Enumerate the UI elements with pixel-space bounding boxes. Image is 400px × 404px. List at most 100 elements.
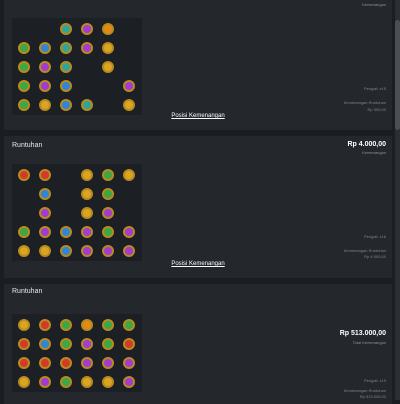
gem-icon xyxy=(17,356,30,369)
amount: Rp 513.000,00 xyxy=(339,330,386,337)
empty-cell xyxy=(60,169,72,181)
gem-icon xyxy=(17,41,30,54)
empty-cell xyxy=(81,61,93,73)
gem-icon xyxy=(101,375,114,388)
gem-icon xyxy=(38,41,51,54)
gem-icon xyxy=(59,356,72,369)
gem-icon xyxy=(122,79,135,92)
grid-cell xyxy=(118,184,139,203)
grid-cell xyxy=(118,76,139,95)
winning-position-link[interactable]: Posisi Kemenangan xyxy=(4,113,392,119)
gem-icon xyxy=(101,41,114,54)
gem-icon xyxy=(38,225,51,238)
gem-icon xyxy=(122,318,135,331)
gem-icon xyxy=(80,168,93,181)
empty-cell xyxy=(18,23,30,35)
round-panel-3: Runtuhan Rp 513.000,00 Total Kemenangan … xyxy=(4,284,392,404)
empty-cell xyxy=(60,207,72,219)
panel-title: Runtuhan xyxy=(12,288,43,295)
grid-cell xyxy=(13,165,34,184)
gem-icon xyxy=(80,225,93,238)
grid-cell xyxy=(76,372,97,391)
grid-cell xyxy=(118,95,139,114)
grid-cell xyxy=(118,38,139,57)
grid-cell xyxy=(97,315,118,334)
gem-icon xyxy=(17,168,30,181)
grid-cell xyxy=(76,95,97,114)
gem-icon xyxy=(101,318,114,331)
empty-cell xyxy=(39,23,51,35)
scrollbar-thumb[interactable] xyxy=(395,20,400,130)
gem-icon xyxy=(101,206,114,219)
gem-icon xyxy=(80,375,93,388)
grid-cell xyxy=(97,57,118,76)
grid-cell xyxy=(55,165,76,184)
gem-icon xyxy=(122,225,135,238)
gem-icon xyxy=(80,206,93,219)
gem-icon xyxy=(17,98,30,111)
grid-cell xyxy=(55,184,76,203)
winning-position-link[interactable]: Posisi Kemenangan xyxy=(4,261,392,267)
grid-cell xyxy=(13,184,34,203)
grid-cell xyxy=(34,19,55,38)
grid-cell xyxy=(97,353,118,372)
gem-icon xyxy=(80,337,93,350)
gem-icon xyxy=(80,318,93,331)
grid-cell xyxy=(76,19,97,38)
empty-cell xyxy=(123,61,135,73)
grid-cell xyxy=(55,38,76,57)
grid-cell xyxy=(13,372,34,391)
grid-cell xyxy=(76,222,97,241)
gem-icon xyxy=(59,22,72,35)
grid-cell xyxy=(97,19,118,38)
grid-cell xyxy=(118,353,139,372)
gem-icon xyxy=(101,187,114,200)
gem-icon xyxy=(59,60,72,73)
grid-cell xyxy=(76,353,97,372)
gem-icon xyxy=(38,60,51,73)
grid-cell xyxy=(118,372,139,391)
grid-cell xyxy=(76,203,97,222)
gem-icon xyxy=(17,60,30,73)
empty-cell xyxy=(123,23,135,35)
grid-cell xyxy=(118,241,139,260)
gem-icon xyxy=(101,60,114,73)
gem-icon xyxy=(17,244,30,257)
grid-cell xyxy=(118,203,139,222)
grid-cell xyxy=(97,76,118,95)
grid-cell xyxy=(34,38,55,57)
symbol-grid xyxy=(12,18,142,115)
gem-icon xyxy=(17,79,30,92)
gem-icon xyxy=(59,337,72,350)
round-panel-2: Runtuhan Rp 4.000,00 Kemenangan Pengali:… xyxy=(4,136,392,278)
gem-icon xyxy=(101,22,114,35)
gem-icon xyxy=(38,244,51,257)
grid-cell xyxy=(118,165,139,184)
grid-cell xyxy=(34,334,55,353)
empty-cell xyxy=(123,207,135,219)
grid-cell xyxy=(13,57,34,76)
empty-cell xyxy=(123,42,135,54)
grid-cell xyxy=(34,315,55,334)
grid-cell xyxy=(13,222,34,241)
grid-cell xyxy=(13,38,34,57)
grid-cell xyxy=(34,372,55,391)
grid-cell xyxy=(13,95,34,114)
grid-cell xyxy=(55,95,76,114)
gem-icon xyxy=(59,79,72,92)
gem-icon xyxy=(17,337,30,350)
gem-icon xyxy=(17,375,30,388)
grid-cell xyxy=(76,165,97,184)
amount-sub: Total Kemenangan xyxy=(352,340,386,345)
gem-icon xyxy=(38,168,51,181)
scrollbar[interactable] xyxy=(395,0,400,400)
empty-cell xyxy=(18,207,30,219)
grid-cell xyxy=(34,203,55,222)
win-value: Rp 513.000,00 xyxy=(359,394,386,399)
grid-cell xyxy=(97,241,118,260)
grid-cell xyxy=(76,334,97,353)
grid-cell xyxy=(97,372,118,391)
symbol-grid xyxy=(12,314,142,392)
gem-icon xyxy=(59,244,72,257)
gem-icon xyxy=(59,318,72,331)
